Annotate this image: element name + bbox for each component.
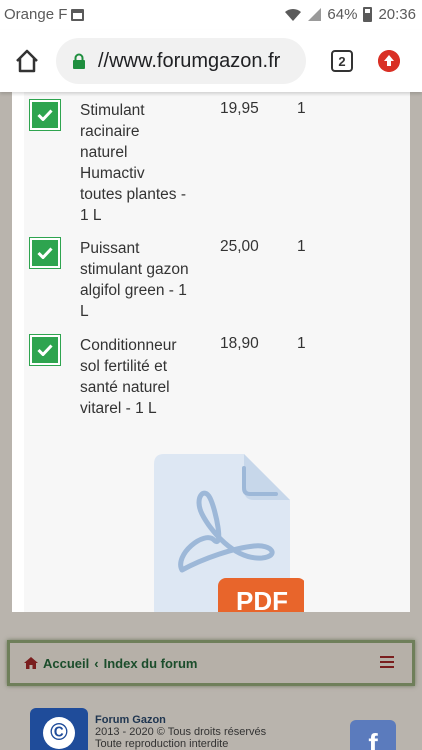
product-checkbox[interactable] [29, 99, 61, 131]
product-price: 18,90 [220, 335, 259, 352]
browser-toolbar: //www.forumgazon.fr 2 [0, 30, 422, 92]
check-icon [37, 109, 53, 121]
check-icon [37, 344, 53, 356]
breadcrumb-home-link[interactable]: Accueil [43, 656, 89, 671]
address-bar[interactable]: //www.forumgazon.fr [56, 38, 306, 84]
hamburger-menu-icon[interactable] [380, 656, 394, 668]
clock: 20:36 [378, 6, 416, 23]
signal-icon [308, 8, 322, 21]
product-list: Stimulant racinaire naturel Humactiv tou… [24, 92, 410, 612]
breadcrumb: Accueil ‹ Index du forum [7, 640, 415, 686]
battery-percent: 64% [327, 6, 358, 23]
wifi-icon [285, 8, 302, 21]
footer-copyright: 2013 - 2020 © Tous droits réservés [95, 726, 267, 738]
product-checkbox[interactable] [29, 334, 61, 366]
breadcrumb-separator: ‹ [94, 655, 99, 671]
product-price: 25,00 [220, 238, 259, 255]
order-card: Stimulant racinaire naturel Humactiv tou… [12, 92, 410, 612]
product-name: Conditionneur sol fertilité et santé nat… [80, 337, 177, 417]
pdf-label: PDF [236, 586, 288, 612]
carrier-label: Orange F [4, 6, 68, 23]
battery-icon [363, 7, 373, 22]
home-icon [24, 657, 38, 669]
product-quantity: 1 [297, 335, 306, 352]
site-logo[interactable]: © [30, 708, 88, 750]
facebook-icon[interactable]: f [350, 720, 396, 750]
footer-info: Forum Gazon 2013 - 2020 © Tous droits ré… [95, 714, 266, 750]
update-menu-icon[interactable] [378, 50, 400, 72]
url-text: //www.forumgazon.fr [98, 49, 281, 72]
pdf-document-icon[interactable]: PDF [144, 450, 304, 612]
tab-switcher-button[interactable]: 2 [331, 50, 353, 72]
lock-icon [73, 53, 85, 69]
product-quantity: 1 [297, 238, 306, 255]
copyright-icon: © [43, 717, 75, 749]
product-name: Stimulant racinaire naturel Humactiv tou… [80, 102, 186, 224]
product-price: 19,95 [220, 100, 259, 117]
calendar-icon [71, 8, 85, 21]
product-name: Puissant stimulant gazon algifol green -… [80, 240, 189, 320]
product-quantity: 1 [297, 100, 306, 117]
footer-notice: Toute reproduction interdite [95, 738, 229, 750]
home-icon[interactable] [12, 46, 42, 76]
check-icon [37, 247, 53, 259]
breadcrumb-index-link[interactable]: Index du forum [104, 656, 198, 671]
footer-site-name: Forum Gazon [95, 714, 166, 726]
product-checkbox[interactable] [29, 237, 61, 269]
status-bar: Orange F 64% 20:36 [0, 0, 422, 30]
